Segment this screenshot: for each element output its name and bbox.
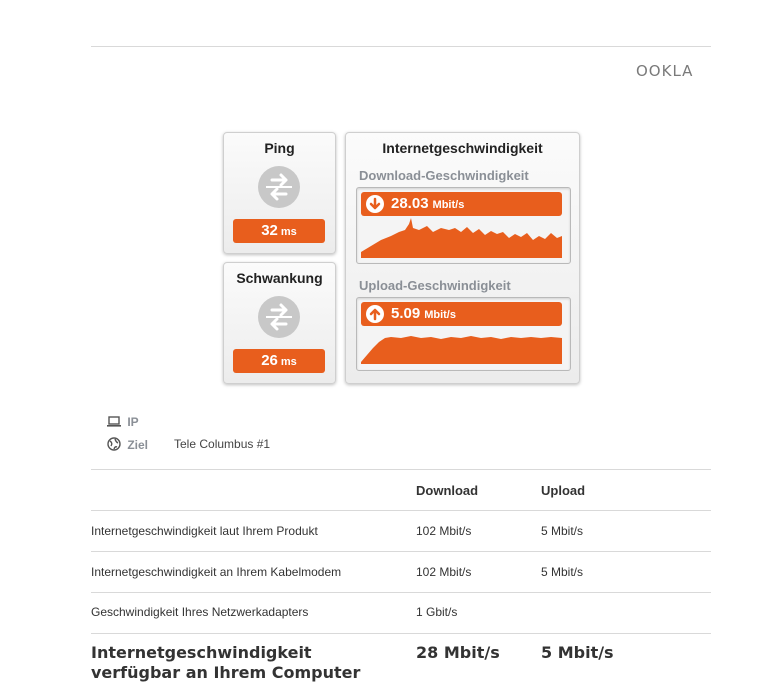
target-row: Ziel [107, 437, 148, 454]
globe-icon [107, 437, 121, 454]
row-download: 102 Mbit/s [416, 524, 472, 538]
row-divider [91, 633, 711, 634]
ping-value-badge: 32 ms [233, 219, 325, 243]
upload-speed-graph [361, 336, 562, 364]
download-arrow-icon [366, 195, 384, 213]
total-download: 28 Mbit/s [416, 643, 500, 662]
download-graph: 28.03 Mbit/s [356, 187, 571, 264]
target-label: Ziel [127, 437, 149, 452]
row-divider [91, 592, 711, 593]
upload-value-bar: 5.09 Mbit/s [361, 302, 562, 326]
ping-unit: ms [280, 226, 297, 238]
row-label: Geschwindigkeit Ihres Netzwerkadapters [91, 605, 309, 619]
download-speed-graph [361, 218, 562, 258]
download-unit: Mbit/s [432, 199, 465, 211]
row-download: 102 Mbit/s [416, 565, 472, 579]
col-download-header: Download [416, 483, 479, 498]
download-value-bar: 28.03 Mbit/s [361, 192, 562, 216]
upload-value: 5.09 [391, 305, 421, 322]
download-value: 28.03 [391, 195, 429, 212]
row-upload: 5 Mbit/s [541, 524, 584, 538]
row-label: Internetgeschwindigkeit an Ihrem Kabelmo… [91, 565, 342, 579]
row-label: Internetgeschwindigkeit laut Ihrem Produ… [91, 524, 318, 538]
download-label: Download-Geschwindigkeit [359, 168, 529, 183]
jitter-title: Schwankung [236, 270, 323, 286]
ping-title: Ping [264, 140, 295, 156]
jitter-arrows-icon [258, 296, 300, 338]
total-label-line2: verfügbar an Ihrem Computer [91, 663, 361, 682]
jitter-unit: ms [280, 356, 297, 368]
ookla-logo: OOKLA [636, 62, 694, 80]
row-upload: 5 Mbit/s [541, 565, 584, 579]
jitter-value-badge: 26 ms [233, 349, 325, 373]
table-top-divider [91, 469, 711, 470]
row-divider [91, 510, 711, 511]
ping-value: 32 [261, 222, 278, 239]
jitter-value: 26 [261, 352, 278, 369]
ip-row: IP [107, 415, 139, 430]
ping-card: Ping 32 ms [223, 132, 336, 254]
total-label-line1: Internetgeschwindigkeit [91, 643, 312, 662]
target-value: Tele Columbus #1 [174, 437, 271, 451]
speed-card: Internetgeschwindigkeit Download-Geschwi… [345, 132, 580, 384]
col-upload-header: Upload [541, 483, 586, 498]
upload-graph: 5.09 Mbit/s [356, 297, 571, 371]
laptop-icon [107, 416, 121, 430]
top-divider [91, 46, 711, 47]
upload-arrow-icon [366, 305, 384, 323]
ping-arrows-icon [258, 166, 300, 208]
upload-unit: Mbit/s [424, 309, 456, 321]
row-divider [91, 551, 711, 552]
total-upload: 5 Mbit/s [541, 643, 614, 662]
jitter-card: Schwankung 26 ms [223, 262, 336, 384]
upload-label: Upload-Geschwindigkeit [359, 278, 511, 293]
ip-label: IP [127, 415, 139, 429]
speed-title: Internetgeschwindigkeit [382, 140, 543, 156]
row-download: 1 Gbit/s [416, 605, 458, 619]
